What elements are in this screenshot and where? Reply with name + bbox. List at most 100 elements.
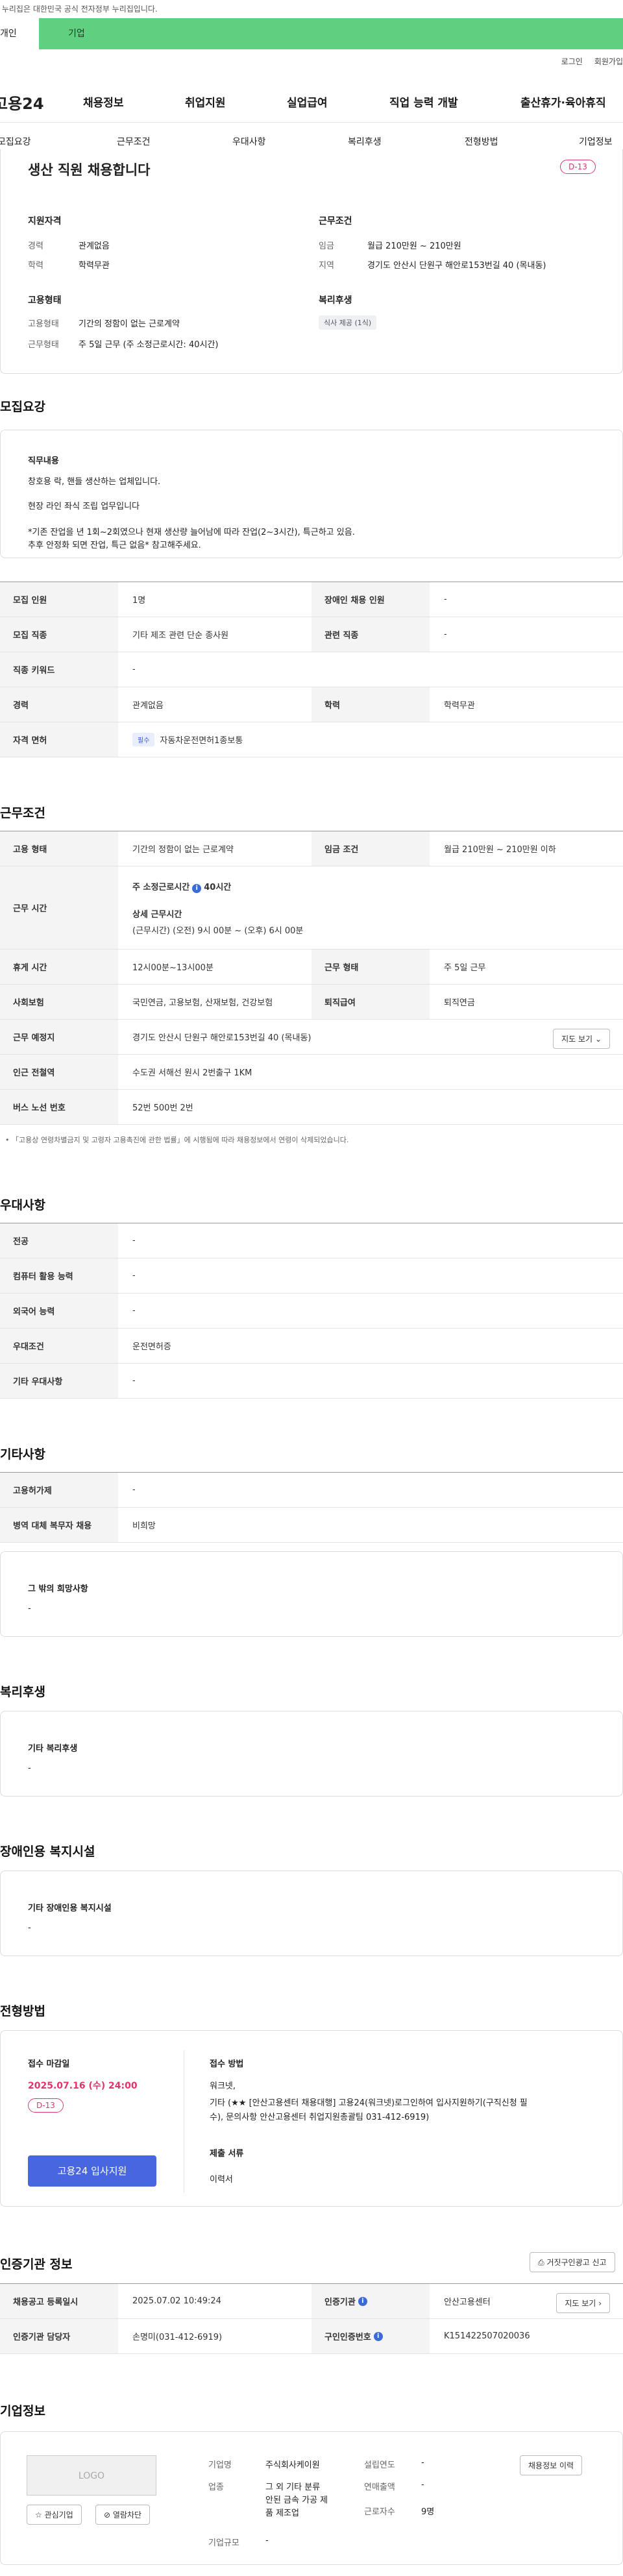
- duty-line-4: 추후 안정화 되면 잔업, 특근 없음* 참고해주세요.: [28, 541, 201, 550]
- emp-label: 고용형태: [28, 319, 59, 329]
- emp-value: 기간의 정함이 없는 근로계약: [79, 319, 180, 329]
- cell-value: -: [444, 630, 447, 639]
- workform-label: 근무형태: [28, 340, 59, 350]
- cert-map-button[interactable]: 지도 보기 ›: [556, 2293, 610, 2313]
- report-button[interactable]: ⎙ 거짓구인광고 신고: [530, 2252, 615, 2272]
- table-row: 모집 직종 기타 제조 관련 단순 종사원 관련 직종 -: [0, 617, 623, 652]
- etc-other-value: -: [28, 1604, 31, 1613]
- info-icon[interactable]: i: [373, 2331, 383, 2341]
- deadline-value: 2025.07.16 (수) 24:00: [28, 2081, 138, 2091]
- duty-line-2: 현장 라인 좌식 조립 업무입니다: [28, 502, 140, 511]
- company-size-label: 기업규모: [208, 2538, 239, 2548]
- cell-label: 관련 직종: [312, 617, 430, 652]
- dday-badge: D-13: [560, 160, 596, 174]
- favorite-label: 관심기업: [44, 2510, 73, 2520]
- pref-section-title: 우대사항: [0, 1198, 45, 1212]
- favorite-company-button[interactable]: ☆ 관심기업: [27, 2505, 82, 2525]
- gnb-parental-leave[interactable]: 출산휴가·육아휴직: [520, 93, 606, 110]
- table-row: 경력 관계없음 학력 학력무관: [0, 687, 623, 722]
- company-section-title: 기업정보: [0, 2404, 45, 2418]
- cell-value: 국민연금, 고용보험, 산재보험, 건강보험: [132, 998, 273, 1008]
- cell-value: 수도권 서해선 원시 2번출구 1KM: [132, 1068, 252, 1078]
- job-title: 생산 직원 채용합니다: [28, 162, 151, 178]
- company-size-value: -: [265, 2536, 269, 2545]
- disabled-card: 기타 장애인용 복지시설 -: [0, 1871, 623, 1956]
- docs-title: 제출 서류: [210, 2149, 244, 2159]
- cell-value: -: [132, 1271, 136, 1281]
- cell-value: 학력무관: [444, 701, 475, 711]
- disabled-card-value: -: [28, 1923, 31, 1933]
- subnav-welfare[interactable]: 복리후생: [348, 135, 382, 148]
- table-row: 휴게 시간 12시00분~13시00분 근무 형태 주 5일 근무: [0, 950, 623, 985]
- cell-label: 고용허가제: [0, 1473, 118, 1507]
- company-biz-value-1: 그 외 기타 분류: [265, 2483, 321, 2492]
- detail-hours-title: 상세 근무시간: [132, 909, 182, 920]
- tab-company[interactable]: 기업: [39, 18, 623, 49]
- gnb-jobs[interactable]: 채용정보: [83, 93, 124, 110]
- cell-label: 모집 직종: [0, 617, 118, 652]
- cell-value: -: [132, 1376, 136, 1386]
- map-button[interactable]: 지도 보기 ⌄: [553, 1029, 610, 1049]
- table-row: 사회보험 국민연금, 고용보험, 산재보험, 건강보험 퇴직급여 퇴직연금: [0, 985, 623, 1020]
- duty-line-3: *기존 잔업을 년 1회~2회였으나 현재 생산량 늘어남에 따라 잔업(2~3…: [28, 528, 355, 537]
- company-name-label: 기업명: [208, 2460, 232, 2470]
- cell-value: 2025.07.02 10:49:24: [132, 2296, 221, 2306]
- gnb-vocational-training[interactable]: 직업 능력 개발: [389, 93, 458, 110]
- login-link[interactable]: 로그인: [561, 56, 583, 67]
- weekly-hours: 주 소정근로시간 i 40시간: [132, 880, 231, 893]
- company-biz-value-3: 품 제조업: [265, 2509, 299, 2518]
- subnav-work[interactable]: 근무조건: [117, 135, 151, 148]
- cert-table: 채용공고 등록일시 2025.07.02 10:49:24 인증기관 i 안산고용…: [0, 2283, 623, 2354]
- subnav-pref[interactable]: 우대사항: [232, 135, 266, 148]
- cell-label: 장애인 채용 인원: [312, 582, 430, 617]
- method-line-1: 워크넷,: [210, 2081, 236, 2091]
- recruit-table: 모집 인원 1명 장애인 채용 인원 - 모집 직종 기타 제조 관련 단순 종…: [0, 582, 623, 757]
- wage-value: 월급 210만원 ~ 210만원: [367, 241, 461, 251]
- company-name-value: 주식회사케이원: [265, 2460, 320, 2470]
- cell-label: 우대조건: [0, 1329, 118, 1363]
- block-view-button[interactable]: ⊘ 열람차단: [95, 2505, 151, 2525]
- age-note: • 「고용상 연령차별금지 및 고령자 고용촉진에 관한 법률」에 시행됨에 따…: [5, 1136, 349, 1144]
- table-row: 채용공고 등록일시 2025.07.02 10:49:24 인증기관 i 안산고용…: [0, 2284, 623, 2319]
- cell-label: 외국어 능력: [0, 1294, 118, 1328]
- work-table: 고용 형태 기간의 정함이 없는 근로계약 임금 조건 월급 210만원 ~ 2…: [0, 831, 623, 1125]
- cell-value: 기간의 정함이 없는 근로계약: [132, 845, 234, 855]
- table-row: 전공 -: [0, 1223, 623, 1258]
- table-row: 인증기관 담당자 손명미(031-412-6919) 구인인증번호 i K1514…: [0, 2319, 623, 2354]
- apply-button[interactable]: 고용24 입사지원: [28, 2155, 156, 2187]
- method-title: 접수 방법: [210, 2059, 244, 2069]
- map-button-label: 지도 보기: [561, 1035, 593, 1044]
- cell-label: 근무 시간: [0, 866, 118, 949]
- method-line-2: 기타 (★★ [안산고용센터 채용대행] 고용24(워크넷)로그인하여 입사지원…: [210, 2098, 528, 2108]
- cert-no-label-text: 구인인증번호: [324, 2333, 371, 2342]
- etc-section-title: 기타사항: [0, 1447, 45, 1462]
- cert-section-title: 인증기관 정보: [0, 2257, 73, 2272]
- site-logo[interactable]: 고용24: [0, 91, 44, 114]
- cell-value: 퇴직연금: [444, 998, 475, 1008]
- gnb-employment-support[interactable]: 취업지원: [185, 93, 226, 110]
- gnb-divider: [0, 122, 623, 123]
- company-year-value: -: [421, 2458, 424, 2468]
- weekly-hours-label: 주 소정근로시간: [132, 882, 190, 892]
- qual-title: 지원자격: [28, 216, 62, 227]
- cell-value: 비희망: [132, 1521, 156, 1531]
- detail-hours-value: (근무시간) (오전) 9시 00분 ~ (오후) 6시 00분: [132, 926, 304, 936]
- subnav-process[interactable]: 전형방법: [465, 135, 498, 148]
- company-year-label: 설립연도: [364, 2460, 395, 2470]
- subnav-company[interactable]: 기업정보: [579, 135, 613, 148]
- cell-label: 모집 인원: [0, 582, 118, 617]
- welfare-card-title: 기타 복리후생: [28, 1744, 78, 1754]
- tab-personal[interactable]: 개인: [0, 18, 39, 49]
- gnb-unemployment-benefit[interactable]: 실업급여: [287, 93, 328, 110]
- info-icon[interactable]: i: [192, 883, 202, 893]
- info-icon[interactable]: i: [358, 2296, 367, 2306]
- subnav-recruit[interactable]: 모집요강: [0, 135, 31, 148]
- duty-title: 직무내용: [28, 456, 59, 466]
- cell-value: 손명미(031-412-6919): [132, 2333, 223, 2342]
- table-row: 자격 면허 필수 자동차운전면허1종보통: [0, 722, 623, 757]
- method-line-3: 수), 문의사항 안산고용센터 취업지원총괄팀 031-412-6919): [210, 2113, 430, 2122]
- table-row: 외국어 능력 -: [0, 1294, 623, 1329]
- block-label: 열람차단: [112, 2510, 142, 2520]
- history-button[interactable]: 채용정보 이력: [520, 2455, 583, 2475]
- signup-link[interactable]: 회원가입: [594, 56, 623, 67]
